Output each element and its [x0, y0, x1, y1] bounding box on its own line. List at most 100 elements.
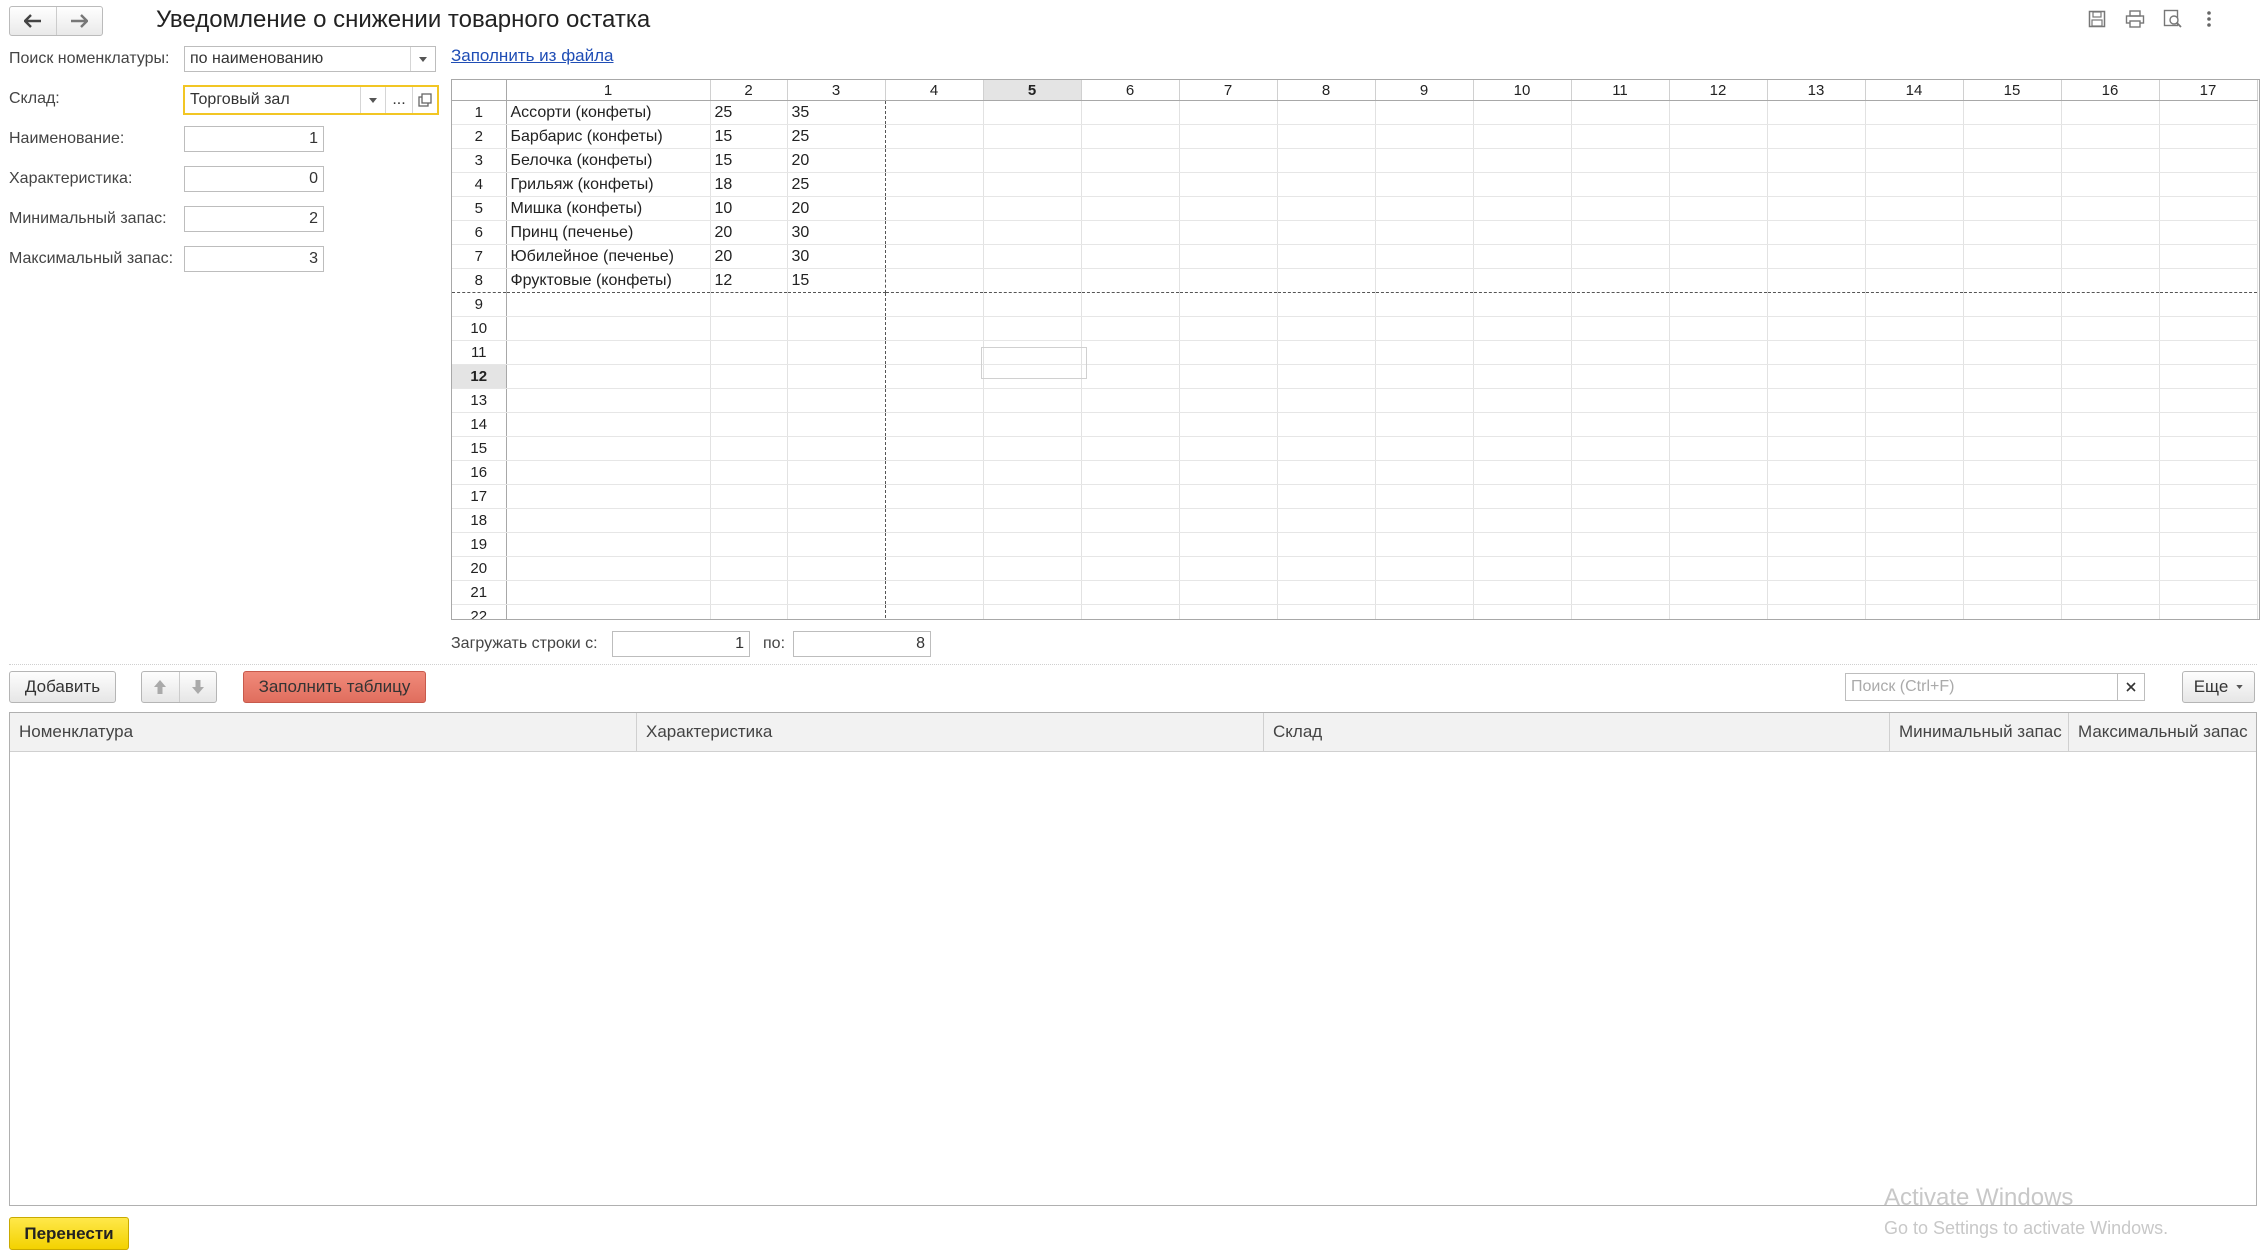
sheet-cell[interactable]: [1865, 460, 1964, 485]
sheet-cell[interactable]: [885, 316, 984, 341]
sheet-cell[interactable]: [2061, 532, 2160, 557]
sheet-cell[interactable]: [1179, 556, 1278, 581]
sheet-cell[interactable]: [885, 100, 984, 125]
sheet-cell[interactable]: [2061, 244, 2160, 269]
sheet-cell[interactable]: [787, 580, 886, 605]
sheet-cell[interactable]: [1669, 460, 1768, 485]
sheet-cell[interactable]: [1179, 388, 1278, 413]
sheet-cell[interactable]: [1081, 412, 1180, 437]
sheet-cell[interactable]: [1963, 580, 2062, 605]
sheet-cell[interactable]: [1963, 220, 2062, 245]
column-header[interactable]: 1: [506, 80, 711, 101]
sheet-cell[interactable]: [1669, 292, 1768, 317]
sheet-cell[interactable]: [1963, 412, 2062, 437]
sheet-cell[interactable]: [2061, 268, 2160, 293]
sheet-cell[interactable]: [1571, 364, 1670, 389]
sheet-cell[interactable]: [1963, 292, 2062, 317]
sheet-cell[interactable]: [1767, 508, 1866, 533]
column-header[interactable]: 3: [787, 80, 886, 101]
sheet-cell[interactable]: [1571, 148, 1670, 173]
sheet-cell[interactable]: [1473, 388, 1572, 413]
forward-button[interactable]: [55, 7, 103, 35]
sheet-cell[interactable]: [2061, 436, 2160, 461]
sheet-cell[interactable]: [1179, 100, 1278, 125]
back-button[interactable]: [10, 7, 56, 35]
sheet-cell[interactable]: [1473, 172, 1572, 197]
row-header[interactable]: 15: [452, 436, 507, 461]
sheet-cell[interactable]: [1375, 244, 1474, 269]
sheet-cell[interactable]: [506, 508, 711, 533]
fill-table-button[interactable]: Заполнить таблицу: [243, 671, 426, 703]
row-header[interactable]: 22: [452, 604, 507, 619]
sheet-cell[interactable]: [710, 436, 788, 461]
sheet-cell[interactable]: [1473, 460, 1572, 485]
sheet-cell[interactable]: [787, 532, 886, 557]
sheet-cell[interactable]: [710, 388, 788, 413]
sheet-cell[interactable]: [1767, 292, 1866, 317]
row-header[interactable]: 1: [452, 100, 507, 125]
sheet-cell[interactable]: [1081, 220, 1180, 245]
sheet-cell[interactable]: [710, 460, 788, 485]
load-rows-to-field[interactable]: 8: [793, 631, 931, 657]
sheet-cell[interactable]: [1865, 316, 1964, 341]
open-icon[interactable]: [412, 87, 437, 113]
sheet-cell[interactable]: [506, 412, 711, 437]
sheet-cell[interactable]: [1865, 172, 1964, 197]
sheet-cell[interactable]: [1963, 316, 2062, 341]
sheet-cell[interactable]: [1865, 100, 1964, 125]
sheet-cell[interactable]: [2061, 388, 2160, 413]
sheet-cell[interactable]: [1571, 316, 1670, 341]
sheet-cell[interactable]: [506, 340, 711, 365]
sheet-cell[interactable]: [2159, 340, 2258, 365]
sheet-cell[interactable]: [1375, 532, 1474, 557]
sheet-cell[interactable]: [1571, 100, 1670, 125]
column-header[interactable]: 11: [1571, 80, 1670, 101]
sheet-cell[interactable]: [1963, 556, 2062, 581]
sheet-cell[interactable]: [1767, 340, 1866, 365]
sheet-cell[interactable]: [1081, 364, 1180, 389]
sheet-cell[interactable]: 35: [787, 100, 886, 125]
sheet-cell[interactable]: [1473, 556, 1572, 581]
sheet-cell[interactable]: [710, 532, 788, 557]
sheet-cell[interactable]: [2159, 316, 2258, 341]
sheet-cell[interactable]: [1375, 604, 1474, 619]
sheet-cell[interactable]: [506, 436, 711, 461]
sheet-cell[interactable]: [1963, 532, 2062, 557]
sheet-cell[interactable]: [1179, 148, 1278, 173]
sheet-cell[interactable]: [2061, 340, 2160, 365]
sheet-cell[interactable]: [1277, 196, 1376, 221]
sheet-cell[interactable]: [1179, 292, 1278, 317]
sheet-cell[interactable]: [1963, 244, 2062, 269]
load-rows-from-field[interactable]: 1: [612, 631, 750, 657]
sheet-cell[interactable]: 18: [710, 172, 788, 197]
sheet-cell[interactable]: [1473, 484, 1572, 509]
sheet-cell[interactable]: [787, 484, 886, 509]
characteristic-column-field[interactable]: 0: [184, 166, 324, 192]
sheet-cell[interactable]: [1277, 460, 1376, 485]
sheet-cell[interactable]: [1963, 340, 2062, 365]
move-up-button[interactable]: [142, 672, 180, 702]
sheet-cell[interactable]: [1179, 484, 1278, 509]
sheet-cell[interactable]: [1669, 508, 1768, 533]
sheet-cell[interactable]: [1375, 268, 1474, 293]
sheet-cell[interactable]: [1179, 508, 1278, 533]
sheet-cell[interactable]: [983, 148, 1082, 173]
sheet-cell[interactable]: [2159, 196, 2258, 221]
sheet-cell[interactable]: [983, 460, 1082, 485]
sheet-cell[interactable]: [1375, 580, 1474, 605]
sheet-cell[interactable]: [1571, 532, 1670, 557]
sheet-cell[interactable]: [1277, 244, 1376, 269]
sheet-cell[interactable]: [1081, 100, 1180, 125]
row-header[interactable]: 19: [452, 532, 507, 557]
sheet-cell[interactable]: [983, 604, 1082, 619]
row-header[interactable]: 17: [452, 484, 507, 509]
sheet-cell[interactable]: [1963, 124, 2062, 149]
sheet-cell[interactable]: [1081, 172, 1180, 197]
sheet-cell[interactable]: [787, 292, 886, 317]
sheet-cell[interactable]: [2159, 412, 2258, 437]
sheet-cell[interactable]: [1081, 484, 1180, 509]
sheet-cell[interactable]: [1473, 412, 1572, 437]
sheet-cell[interactable]: 20: [787, 148, 886, 173]
sheet-cell[interactable]: [1865, 340, 1964, 365]
sheet-cell[interactable]: [1571, 580, 1670, 605]
